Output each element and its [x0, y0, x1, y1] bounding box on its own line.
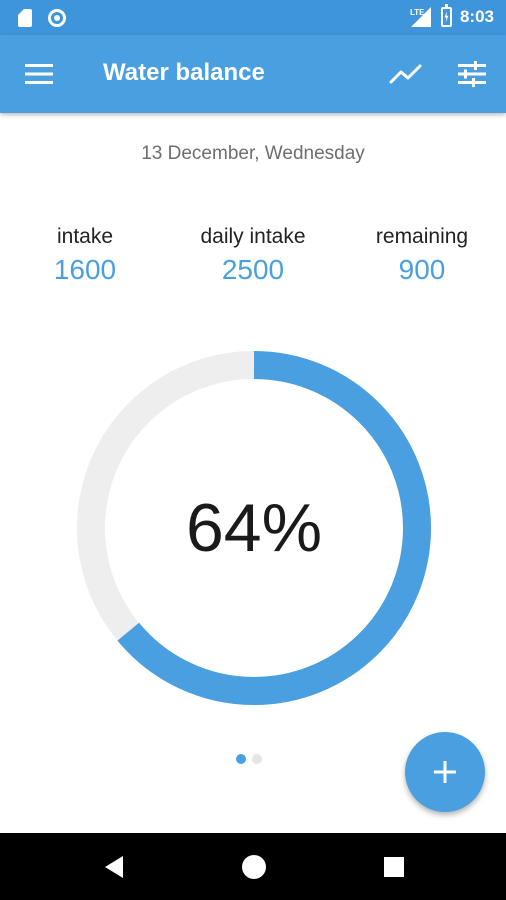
- ring-notification-icon: [48, 9, 66, 27]
- sim-card-icon: [18, 9, 32, 27]
- back-icon: [105, 856, 123, 878]
- battery-charging-icon: [440, 4, 452, 27]
- status-bar: LTE 8:03: [0, 0, 506, 35]
- status-time: 8:03: [459, 7, 494, 26]
- daily-intake-stat: daily intake 2500: [169, 222, 337, 288]
- add-icon: [434, 761, 456, 783]
- remaining-label: remaining: [375, 225, 469, 248]
- system-navigation-bar: [0, 833, 506, 900]
- page-dot[interactable]: [252, 754, 262, 764]
- network-type-label: LTE: [410, 8, 425, 17]
- intake-value: 1600: [53, 254, 117, 285]
- page-dot[interactable]: [236, 754, 246, 764]
- add-water-button[interactable]: [405, 732, 485, 812]
- daily-intake-label: daily intake: [200, 225, 306, 248]
- remaining-stat: remaining 900: [338, 222, 506, 288]
- home-button[interactable]: [239, 852, 269, 882]
- progress-percent: 64%: [185, 490, 323, 566]
- home-icon: [242, 855, 266, 879]
- intake-label: intake: [56, 225, 114, 248]
- status-bar-notifications: [18, 8, 66, 28]
- current-date: 13 December, Wednesday: [141, 143, 365, 164]
- page-indicator: [236, 754, 262, 764]
- settings-button[interactable]: [452, 57, 492, 91]
- recents-button[interactable]: [380, 853, 408, 881]
- recents-icon: [384, 857, 404, 877]
- back-button[interactable]: [100, 853, 128, 881]
- app-bar: Water balance: [0, 35, 506, 113]
- daily-intake-value: 2500: [221, 254, 285, 285]
- statistics-button[interactable]: [386, 57, 426, 91]
- remaining-value: 900: [398, 254, 446, 285]
- menu-button[interactable]: [22, 59, 56, 89]
- intake-stat: intake 1600: [1, 222, 169, 288]
- hamburger-menu-icon: [25, 64, 53, 84]
- statistics-chart-icon: [389, 64, 422, 84]
- app-title: Water balance: [103, 59, 265, 86]
- status-bar-system: LTE 8:03: [409, 4, 494, 28]
- settings-sliders-icon: [458, 61, 486, 87]
- lte-signal-icon: LTE: [410, 7, 431, 27]
